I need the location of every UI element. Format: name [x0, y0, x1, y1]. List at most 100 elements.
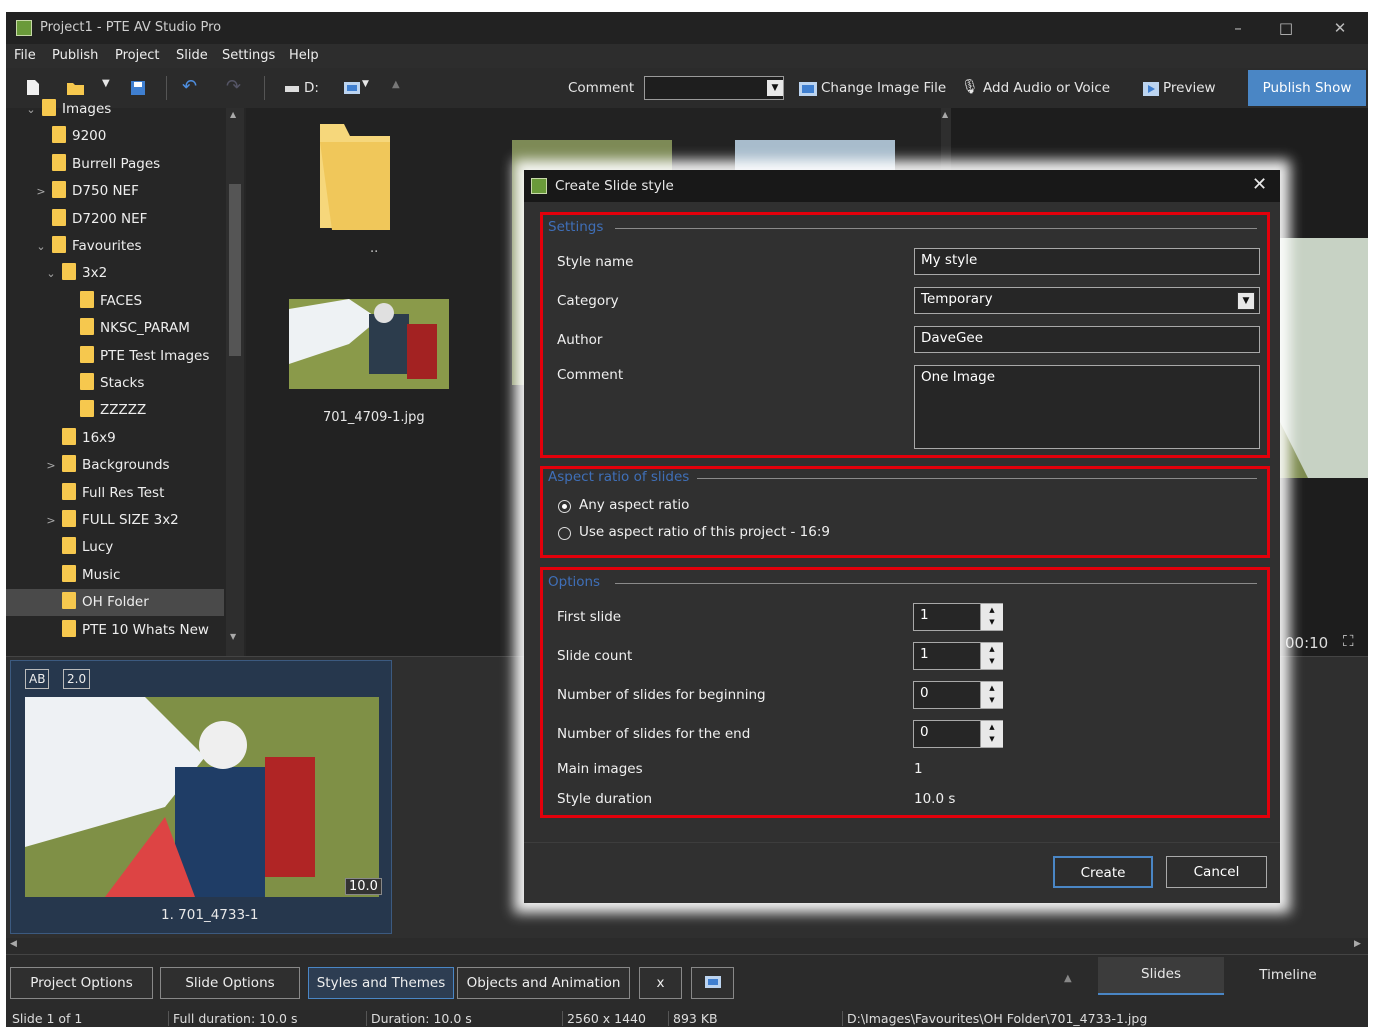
- comment-textarea[interactable]: One Image: [914, 365, 1260, 449]
- tree-item[interactable]: 16x9: [6, 425, 224, 452]
- tree-item[interactable]: ⌄ 3x2: [6, 260, 224, 287]
- ab-badge[interactable]: AB: [25, 669, 50, 689]
- comment-select[interactable]: ▼: [644, 76, 784, 100]
- objects-animation-button[interactable]: Objects and Animation: [457, 967, 630, 999]
- drive-label[interactable]: D:: [304, 80, 319, 96]
- scroll-up-icon[interactable]: ▲: [230, 110, 236, 119]
- styles-themes-button[interactable]: Styles and Themes: [308, 967, 454, 999]
- beginning-stepper[interactable]: 0 ▲ ▼: [913, 681, 1003, 709]
- folder-icon[interactable]: [320, 124, 390, 230]
- tree-item[interactable]: ZZZZZ: [6, 397, 224, 424]
- tree-item[interactable]: > Backgrounds: [6, 452, 224, 479]
- chevron-right-icon[interactable]: >: [44, 507, 58, 534]
- tree-item[interactable]: Stacks: [6, 370, 224, 397]
- minimize-button[interactable]: –: [1216, 16, 1260, 40]
- publish-show-button[interactable]: Publish Show: [1248, 70, 1366, 106]
- menu-slide[interactable]: Slide: [176, 48, 208, 63]
- new-file-icon[interactable]: [26, 79, 40, 96]
- open-folder-icon[interactable]: [66, 80, 86, 96]
- slide-list-scrollbar[interactable]: ◀ ▶: [6, 938, 1368, 954]
- create-button[interactable]: Create: [1053, 856, 1153, 888]
- maximize-button[interactable]: □: [1264, 16, 1308, 40]
- scroll-down-icon[interactable]: ▼: [230, 632, 236, 641]
- status-duration: Duration: 10.0 s: [366, 1011, 472, 1026]
- image-toggle-button[interactable]: [691, 967, 734, 999]
- tree-item[interactable]: D7200 NEF: [6, 206, 224, 233]
- chevron-down-icon[interactable]: ⌄: [44, 260, 58, 287]
- any-aspect-label[interactable]: Any aspect ratio: [579, 497, 689, 513]
- tree-scrollbar[interactable]: ▲ ▼: [226, 108, 244, 656]
- tree-item[interactable]: NKSC_PARAM: [6, 315, 224, 342]
- stepper-buttons[interactable]: ▲ ▼: [980, 682, 1003, 708]
- menu-project[interactable]: Project: [115, 48, 159, 63]
- chevron-down-icon[interactable]: ▼: [767, 80, 783, 96]
- scroll-right-icon[interactable]: ▶: [1354, 939, 1361, 949]
- redo-icon[interactable]: ↷: [226, 76, 241, 97]
- chevron-down-icon[interactable]: ⌄: [24, 96, 38, 123]
- tree-item[interactable]: Burrell Pages: [6, 151, 224, 178]
- file-thumbnail[interactable]: [289, 299, 449, 389]
- category-select[interactable]: Temporary ▼: [914, 287, 1260, 314]
- menu-file[interactable]: File: [14, 48, 36, 63]
- duration-badge[interactable]: 2.0: [63, 669, 91, 689]
- tree-item[interactable]: > FULL SIZE 3x2: [6, 507, 224, 534]
- parent-folder-label[interactable]: ..: [370, 241, 378, 256]
- tree-item[interactable]: ⌄ Images: [6, 96, 224, 123]
- x-button[interactable]: x: [639, 967, 682, 999]
- tree-item[interactable]: ⌄ Favourites: [6, 233, 224, 260]
- author-input[interactable]: DaveGee: [914, 326, 1260, 353]
- tree-item[interactable]: PTE Test Images: [6, 343, 224, 370]
- stepper-buttons[interactable]: ▲ ▼: [980, 604, 1003, 630]
- tree-item[interactable]: Lucy: [6, 534, 224, 561]
- project-options-button[interactable]: Project Options: [10, 967, 153, 999]
- slide-count-stepper[interactable]: 1 ▲ ▼: [913, 642, 1003, 670]
- scroll-up-icon[interactable]: ▲: [942, 110, 948, 119]
- add-audio-button[interactable]: Add Audio or Voice: [983, 80, 1110, 96]
- microphone-icon: 🎙: [961, 79, 979, 95]
- style-name-input[interactable]: My style: [914, 248, 1260, 275]
- tree-item[interactable]: Full Res Test: [6, 480, 224, 507]
- chevron-right-icon[interactable]: >: [34, 178, 48, 205]
- project-aspect-radio[interactable]: [558, 527, 571, 540]
- cancel-button[interactable]: Cancel: [1166, 856, 1267, 888]
- slide-options-button[interactable]: Slide Options: [160, 967, 300, 999]
- group-divider: [697, 478, 1257, 479]
- slides-tab[interactable]: Slides: [1098, 957, 1224, 995]
- menu-settings[interactable]: Settings: [222, 48, 275, 63]
- save-icon[interactable]: [130, 80, 146, 96]
- menu-publish[interactable]: Publish: [52, 48, 98, 63]
- tree-item[interactable]: Music: [6, 562, 224, 589]
- collapse-up-icon[interactable]: ▲: [1064, 973, 1072, 984]
- file-label[interactable]: 701_4709-1.jpg: [323, 410, 425, 425]
- up-folder-icon[interactable]: ▲: [392, 79, 400, 90]
- project-aspect-label[interactable]: Use aspect ratio of this project - 16:9: [579, 524, 830, 540]
- first-slide-stepper[interactable]: 1 ▲ ▼: [913, 603, 1003, 631]
- fullscreen-icon[interactable]: ⛶: [1343, 632, 1354, 650]
- stepper-buttons[interactable]: ▲ ▼: [980, 721, 1003, 747]
- open-dropdown-icon[interactable]: ▼: [102, 78, 110, 89]
- view-mode-icon[interactable]: [344, 82, 360, 94]
- close-icon[interactable]: ✕: [1252, 174, 1267, 195]
- close-window-button[interactable]: ✕: [1318, 16, 1362, 40]
- tree-item[interactable]: OH Folder: [6, 589, 224, 617]
- undo-icon[interactable]: ↶: [182, 76, 197, 97]
- preview-button[interactable]: Preview: [1163, 80, 1216, 96]
- view-dropdown-icon[interactable]: ▼: [362, 79, 369, 89]
- any-aspect-radio[interactable]: [558, 500, 571, 513]
- change-image-button[interactable]: Change Image File: [821, 80, 946, 96]
- slide-card[interactable]: AB 2.0 10.0 1. 701_4733-1: [10, 660, 392, 934]
- tree-item[interactable]: > D750 NEF: [6, 178, 224, 205]
- end-stepper[interactable]: 0 ▲ ▼: [913, 720, 1003, 748]
- tree-scroll-thumb[interactable]: [229, 184, 241, 356]
- scroll-left-icon[interactable]: ◀: [10, 939, 17, 949]
- chevron-down-icon[interactable]: ▼: [1237, 292, 1255, 310]
- tree-item[interactable]: 9200: [6, 123, 224, 150]
- chevron-right-icon[interactable]: >: [44, 452, 58, 479]
- slide-count-label: Slide count: [557, 648, 633, 664]
- stepper-buttons[interactable]: ▲ ▼: [980, 643, 1003, 669]
- tree-item[interactable]: FACES: [6, 288, 224, 315]
- chevron-down-icon[interactable]: ⌄: [34, 233, 48, 260]
- tree-item[interactable]: PTE 10 Whats New: [6, 617, 224, 644]
- timeline-tab[interactable]: Timeline: [1224, 957, 1352, 993]
- menu-help[interactable]: Help: [289, 48, 319, 63]
